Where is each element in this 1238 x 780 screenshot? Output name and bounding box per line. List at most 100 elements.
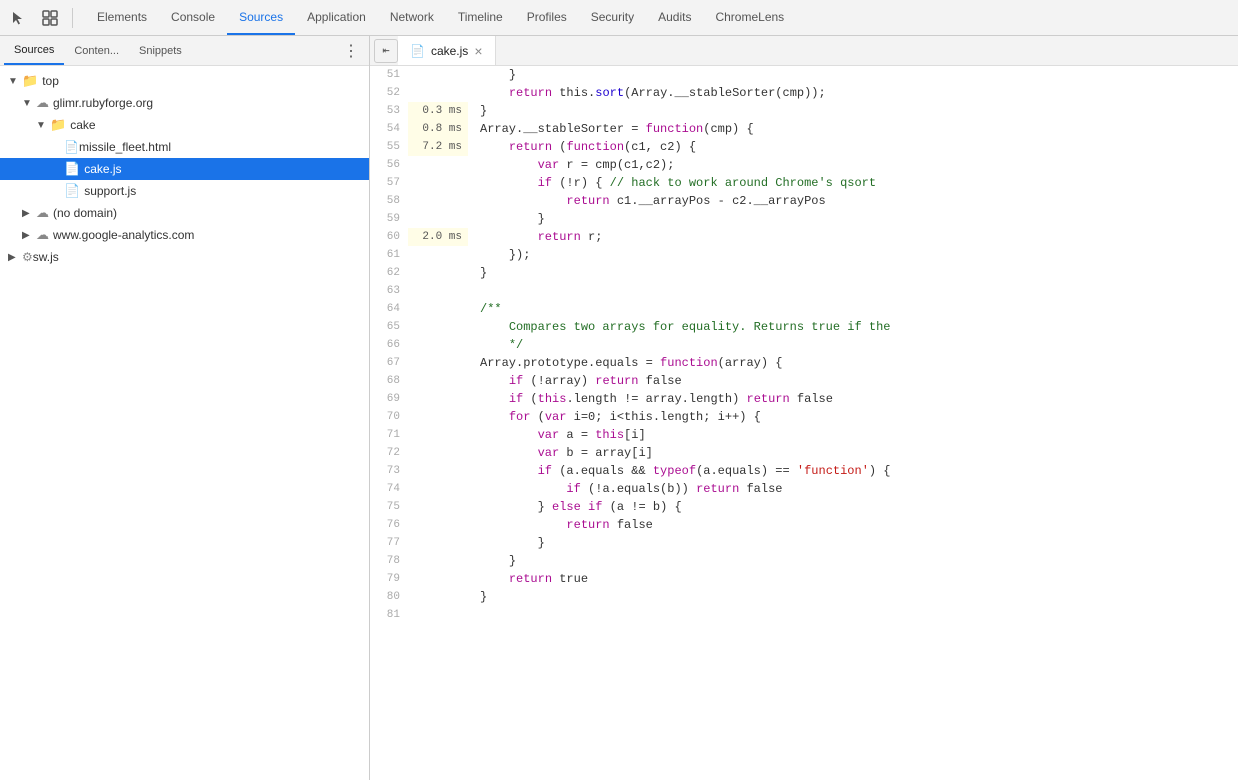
timing-val-54: 0.8 ms xyxy=(408,120,468,138)
tree-item-label: support.js xyxy=(84,184,136,198)
tree-item-label: cake xyxy=(70,118,95,132)
timing-val-76 xyxy=(408,516,468,534)
code-line-54: Array.__stableSorter = function(cmp) { xyxy=(480,120,1238,138)
timing-val-81 xyxy=(408,606,468,624)
nav-tab-elements[interactable]: Elements xyxy=(85,0,159,35)
timing-val-59 xyxy=(408,210,468,228)
line-num-65: 65 xyxy=(370,318,408,336)
nav-tab-network[interactable]: Network xyxy=(378,0,446,35)
code-area[interactable]: 5152535455565758596061626364656667686970… xyxy=(370,66,1238,780)
code-line-68: if (!array) return false xyxy=(480,372,1238,390)
timing-val-60: 2.0 ms xyxy=(408,228,468,246)
line-num-76: 76 xyxy=(370,516,408,534)
editor-tab-label: cake.js xyxy=(431,44,468,58)
tree-arrow-cake-folder: ▼ xyxy=(36,120,50,131)
timing-val-67 xyxy=(408,354,468,372)
timing-val-63 xyxy=(408,282,468,300)
line-num-64: 64 xyxy=(370,300,408,318)
timing-val-57 xyxy=(408,174,468,192)
tree-item-label: (no domain) xyxy=(53,206,117,220)
cloud-icon: ☁ xyxy=(36,205,49,221)
tree-item-google-analytics[interactable]: ▶☁www.google-analytics.com xyxy=(0,224,369,246)
cursor-icon[interactable] xyxy=(4,4,32,32)
tree-item-glimr[interactable]: ▼☁glimr.rubyforge.org xyxy=(0,92,369,114)
timing-val-56 xyxy=(408,156,468,174)
line-num-55: 55 xyxy=(370,138,408,156)
file-js-yellow-icon: 📄 xyxy=(64,183,80,199)
code-line-60: return r; xyxy=(480,228,1238,246)
editor-tabs: ⇤ 📄 cake.js × xyxy=(370,36,1238,66)
line-num-73: 73 xyxy=(370,462,408,480)
nav-tab-application[interactable]: Application xyxy=(295,0,378,35)
code-line-66: */ xyxy=(480,336,1238,354)
timing-val-79 xyxy=(408,570,468,588)
timing-val-69 xyxy=(408,390,468,408)
file-tree: ▼📁top▼☁glimr.rubyforge.org▼📁cake📄missile… xyxy=(0,66,369,780)
tree-item-support-js[interactable]: 📄 support.js xyxy=(0,180,369,202)
tree-item-label: missile_fleet.html xyxy=(79,140,171,154)
nav-tab-chromelens[interactable]: ChromeLens xyxy=(703,0,796,35)
line-num-77: 77 xyxy=(370,534,408,552)
timing-val-72 xyxy=(408,444,468,462)
tree-item-missile[interactable]: 📄missile_fleet.html xyxy=(0,136,369,158)
sub-tab-conten[interactable]: Conten... xyxy=(64,36,129,65)
code-line-64: /** xyxy=(480,300,1238,318)
line-num-74: 74 xyxy=(370,480,408,498)
nav-tab-sources[interactable]: Sources xyxy=(227,0,295,35)
timing-val-61 xyxy=(408,246,468,264)
line-num-59: 59 xyxy=(370,210,408,228)
editor-tab-file-icon: 📄 xyxy=(410,44,425,58)
line-numbers: 5152535455565758596061626364656667686970… xyxy=(370,66,408,780)
top-nav-bar: ElementsConsoleSourcesApplicationNetwork… xyxy=(0,0,1238,36)
tree-arrow-no-domain: ▶ xyxy=(22,208,36,219)
timing-val-58 xyxy=(408,192,468,210)
timing-column: 0.3 ms0.8 ms7.2 ms2.0 ms xyxy=(408,66,472,780)
line-num-79: 79 xyxy=(370,570,408,588)
sub-tab-snippets[interactable]: Snippets xyxy=(129,36,192,65)
tree-item-top[interactable]: ▼📁top xyxy=(0,70,369,92)
nav-tab-security[interactable]: Security xyxy=(579,0,646,35)
main-area: SourcesConten...Snippets⋮ ▼📁top▼☁glimr.r… xyxy=(0,36,1238,780)
line-num-68: 68 xyxy=(370,372,408,390)
timing-val-71 xyxy=(408,426,468,444)
sub-tab-more-button[interactable]: ⋮ xyxy=(337,41,365,61)
code-line-71: var a = this[i] xyxy=(480,426,1238,444)
nav-tab-console[interactable]: Console xyxy=(159,0,227,35)
code-line-81 xyxy=(480,606,1238,624)
tree-item-cake-js[interactable]: 📄cake.js xyxy=(0,158,369,180)
code-line-72: var b = array[i] xyxy=(480,444,1238,462)
line-num-69: 69 xyxy=(370,390,408,408)
code-line-74: if (!a.equals(b)) return false xyxy=(480,480,1238,498)
code-line-62: } xyxy=(480,264,1238,282)
inspect-icon[interactable] xyxy=(36,4,64,32)
nav-tab-audits[interactable]: Audits xyxy=(646,0,703,35)
code-line-63 xyxy=(480,282,1238,300)
code-line-59: } xyxy=(480,210,1238,228)
nav-tab-timeline[interactable]: Timeline xyxy=(446,0,515,35)
nav-tab-profiles[interactable]: Profiles xyxy=(515,0,579,35)
tree-item-label: top xyxy=(42,74,59,88)
folder-icon: 📁 xyxy=(50,117,66,133)
line-num-75: 75 xyxy=(370,498,408,516)
tree-item-label: www.google-analytics.com xyxy=(53,228,194,242)
tree-item-cake-folder[interactable]: ▼📁 cake xyxy=(0,114,369,136)
sub-tab-sources[interactable]: Sources xyxy=(4,36,64,65)
line-num-60: 60 xyxy=(370,228,408,246)
tree-item-sw-js[interactable]: ▶⚙sw.js xyxy=(0,246,369,268)
timing-val-64 xyxy=(408,300,468,318)
editor-tab-close-button[interactable]: × xyxy=(474,44,482,58)
timing-val-74 xyxy=(408,480,468,498)
line-num-63: 63 xyxy=(370,282,408,300)
code-column: } return this.sort(Array.__stableSorter(… xyxy=(472,66,1238,780)
line-num-62: 62 xyxy=(370,264,408,282)
line-num-61: 61 xyxy=(370,246,408,264)
timing-val-52 xyxy=(408,84,468,102)
tree-item-no-domain[interactable]: ▶☁ (no domain) xyxy=(0,202,369,224)
code-line-53: } xyxy=(480,102,1238,120)
code-line-80: } xyxy=(480,588,1238,606)
editor-tab-cake-js[interactable]: 📄 cake.js × xyxy=(398,36,496,65)
code-line-79: return true xyxy=(480,570,1238,588)
code-line-58: return c1.__arrayPos - c2.__arrayPos xyxy=(480,192,1238,210)
back-button[interactable]: ⇤ xyxy=(374,39,398,63)
tree-item-label: glimr.rubyforge.org xyxy=(53,96,153,110)
